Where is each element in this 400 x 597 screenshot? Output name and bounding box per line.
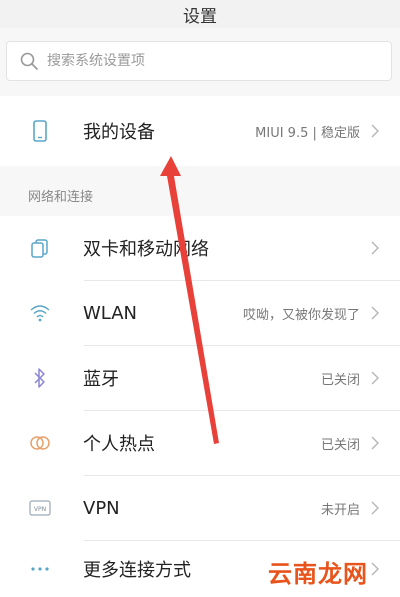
chevron-right-icon: [371, 501, 379, 515]
phone-icon: [28, 119, 52, 143]
vpn-icon: VPN: [28, 496, 52, 520]
page-title: 设置: [183, 6, 217, 27]
chevron-right-icon: [371, 306, 379, 320]
section-header: 网络和连接: [0, 166, 400, 216]
search-area: [0, 28, 400, 96]
vpn-value: 未开启: [320, 502, 360, 518]
sim-cards-icon: [28, 236, 52, 260]
sim-network-row[interactable]: 双卡和移动网络: [0, 216, 400, 280]
my-device-label: 我的设备: [83, 122, 155, 143]
more-dots-icon: [28, 557, 52, 581]
chevron-right-icon: [371, 124, 379, 138]
hotspot-label: 个人热点: [83, 434, 155, 455]
chevron-right-icon: [371, 562, 379, 576]
wlan-label: WLAN: [83, 302, 138, 324]
title-bar: 设置: [0, 0, 400, 28]
wlan-row[interactable]: WLAN 哎呦，又被你发现了: [0, 281, 400, 345]
search-icon: [20, 52, 38, 70]
bluetooth-icon: [28, 366, 52, 390]
bluetooth-row[interactable]: 蓝牙 已关闭: [0, 346, 400, 410]
search-input[interactable]: [47, 53, 347, 69]
watermark-logo: 云南龙网: [266, 554, 370, 589]
hotspot-icon: [28, 431, 52, 455]
wlan-value: 哎呦，又被你发现了: [242, 307, 360, 323]
chevron-right-icon: [371, 436, 379, 450]
vpn-row[interactable]: VPN VPN 未开启: [0, 476, 400, 540]
wifi-icon: [28, 301, 52, 325]
sim-network-label: 双卡和移动网络: [83, 239, 209, 260]
bluetooth-label: 蓝牙: [83, 369, 119, 390]
my-device-version: MIUI 9.5 | 稳定版: [255, 125, 360, 141]
my-device-row[interactable]: 我的设备 MIUI 9.5 | 稳定版: [0, 96, 400, 166]
hotspot-value: 已关闭: [320, 437, 360, 453]
chevron-right-icon: [371, 241, 379, 255]
search-box[interactable]: [6, 41, 392, 81]
svg-text:VPN: VPN: [34, 506, 46, 513]
hotspot-row[interactable]: 个人热点 已关闭: [0, 411, 400, 475]
bluetooth-value: 已关闭: [320, 372, 360, 388]
vpn-label: VPN: [83, 497, 120, 519]
section-title: 网络和连接: [28, 190, 94, 205]
chevron-right-icon: [371, 371, 379, 385]
